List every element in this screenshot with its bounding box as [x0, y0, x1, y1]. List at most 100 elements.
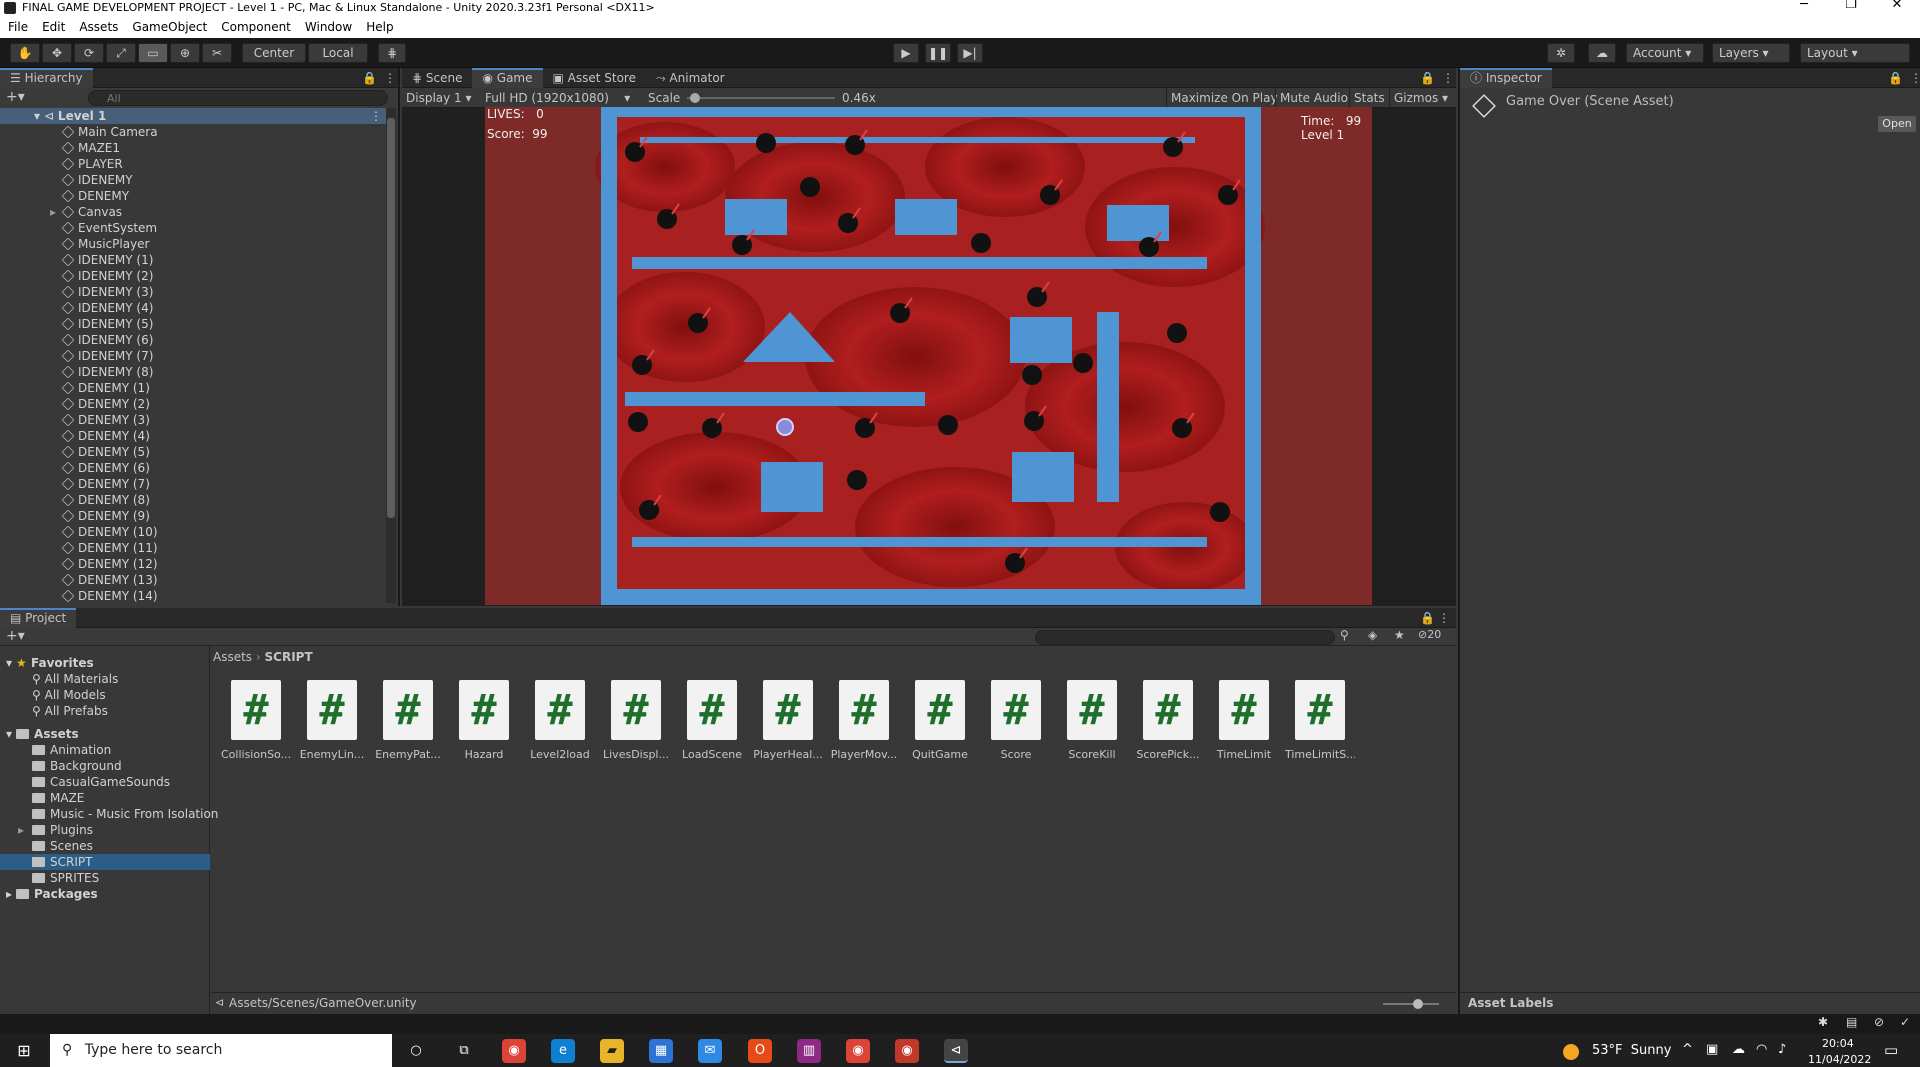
menu-component[interactable]: Component — [213, 16, 297, 34]
tab-project[interactable]: ▤ Project — [0, 608, 77, 628]
project-search-input[interactable] — [1035, 630, 1335, 645]
hierarchy-item[interactable]: IDENEMY (1) — [0, 252, 395, 268]
project-kebab-icon[interactable]: ⋮ — [1438, 608, 1450, 628]
assets-root[interactable]: ▾ Assets — [0, 726, 210, 742]
hierarchy-item[interactable]: MusicPlayer — [0, 236, 395, 252]
weather-text[interactable]: 53°F Sunny — [1592, 1043, 1671, 1058]
script-file[interactable]: # Score — [981, 680, 1051, 761]
script-file[interactable]: # QuitGame — [905, 680, 975, 761]
script-file[interactable]: # CollisionSo... — [221, 680, 291, 761]
game-viewport[interactable]: LIVES: 0 Score: 99 Time: 99 Level 1 — [485, 107, 1372, 605]
hierarchy-item[interactable]: DENEMY (1) — [0, 380, 395, 396]
hierarchy-item[interactable]: DENEMY (7) — [0, 476, 395, 492]
tray-cloud-icon[interactable]: ☁ — [1732, 1042, 1745, 1057]
unity-taskbar-icon[interactable]: ⊲ — [944, 1039, 968, 1063]
menu-window[interactable]: Window — [297, 16, 358, 34]
file-explorer-icon[interactable]: ▰ — [600, 1039, 624, 1063]
tray-volume-icon[interactable]: ♪ — [1778, 1042, 1786, 1057]
script-file[interactable]: # ScoreKill — [1057, 680, 1127, 761]
folder-item[interactable]: Scenes — [0, 838, 210, 854]
project-lock-icon[interactable]: 🔒 — [1420, 608, 1435, 628]
open-button[interactable]: Open — [1878, 116, 1916, 132]
folder-item[interactable]: SPRITES — [0, 870, 210, 886]
hand-tool-icon[interactable]: ✋ — [10, 43, 40, 63]
hierarchy-item[interactable]: DENEMY (13) — [0, 572, 395, 588]
pause-button[interactable]: ❚❚ — [925, 43, 951, 63]
menu-edit[interactable]: Edit — [34, 16, 71, 34]
folder-item[interactable]: MAZE — [0, 790, 210, 806]
menu-assets[interactable]: Assets — [71, 16, 124, 34]
asset-labels-header[interactable]: Asset Labels — [1460, 992, 1920, 1012]
tab-asset-store[interactable]: ▣ Asset Store — [543, 68, 647, 88]
hierarchy-item[interactable]: IDENEMY — [0, 172, 395, 188]
notification-icon[interactable]: ▭ — [1884, 1041, 1898, 1059]
collab-icon[interactable]: ✲ — [1547, 43, 1575, 63]
tab-animator[interactable]: ⤳ Animator — [646, 68, 735, 88]
script-file[interactable]: # Hazard — [449, 680, 519, 761]
folder-item[interactable]: ▸ Plugins — [0, 822, 210, 838]
tab-hierarchy[interactable]: ☰ Hierarchy — [0, 68, 93, 88]
icon-size-slider[interactable] — [1383, 999, 1439, 1009]
scale-slider[interactable] — [687, 93, 835, 103]
menu-file[interactable]: File — [0, 16, 34, 34]
hierarchy-item[interactable]: DENEMY (3) — [0, 412, 395, 428]
clock-date[interactable]: 11/04/2022 — [1808, 1053, 1871, 1066]
cortana-icon[interactable]: ○ — [404, 1039, 428, 1063]
packages-root[interactable]: ▸ Packages — [0, 886, 210, 902]
hierarchy-item[interactable]: DENEMY (6) — [0, 460, 395, 476]
script-file[interactable]: # LivesDispl... — [601, 680, 671, 761]
inspector-lock-icon[interactable]: 🔒 — [1888, 68, 1903, 88]
script-file[interactable]: # ScorePick... — [1133, 680, 1203, 761]
script-file[interactable]: # PlayerMov... — [829, 680, 899, 761]
rect-tool-icon[interactable]: ▭ — [138, 43, 168, 63]
inspector-kebab-icon[interactable]: ⋮ — [1910, 68, 1920, 88]
custom-tool-icon[interactable]: ✂ — [202, 43, 232, 63]
display-dropdown[interactable]: Display 1 ▾ — [406, 88, 472, 108]
hierarchy-item[interactable]: DENEMY (4) — [0, 428, 395, 444]
tab-scene[interactable]: ⋕ Scene — [402, 68, 472, 88]
tab-game[interactable]: ◉ Game — [472, 68, 543, 88]
minimize-button[interactable]: ─ — [1789, 0, 1819, 12]
hierarchy-item[interactable]: IDENEMY (5) — [0, 316, 395, 332]
hierarchy-item[interactable]: IDENEMY (8) — [0, 364, 395, 380]
hierarchy-item[interactable]: PLAYER — [0, 156, 395, 172]
winrar-icon[interactable]: ▥ — [797, 1039, 821, 1063]
chrome-profile-icon[interactable]: ◉ — [846, 1039, 870, 1063]
hierarchy-item[interactable]: IDENEMY (4) — [0, 300, 395, 316]
hierarchy-scrollbar[interactable] — [386, 108, 396, 603]
game-kebab-icon[interactable]: ⋮ — [1442, 68, 1454, 88]
favorite-item[interactable]: ⚲ All Prefabs — [0, 703, 210, 719]
account-dropdown[interactable]: Account ▾ — [1626, 43, 1704, 63]
search-by-label-icon[interactable]: ◈ — [1368, 628, 1377, 642]
script-file[interactable]: # EnemyPat... — [373, 680, 443, 761]
favorite-star-icon[interactable]: ★ — [1394, 628, 1405, 642]
clock-time[interactable]: 20:04 — [1822, 1037, 1854, 1050]
hierarchy-item[interactable]: DENEMY (14) — [0, 588, 395, 604]
chrome-icon[interactable]: ◉ — [502, 1039, 526, 1063]
hierarchy-item[interactable]: Main Camera — [0, 124, 395, 140]
lock-icon[interactable]: 🔒 — [362, 68, 377, 88]
hierarchy-item[interactable]: MAZE1 — [0, 140, 395, 156]
favorites-header[interactable]: ▾ ★ Favorites — [0, 655, 210, 671]
favorite-item[interactable]: ⚲ All Materials — [0, 671, 210, 687]
hierarchy-item[interactable]: DENEMY (12) — [0, 556, 395, 572]
scale-tool-icon[interactable]: ⤢ — [106, 43, 136, 63]
scale-slider-thumb[interactable] — [689, 93, 700, 103]
script-file[interactable]: # TimeLimitS... — [1285, 680, 1355, 761]
resolution-dropdown[interactable]: Full HD (1920x1080) ▾ — [485, 88, 630, 108]
breadcrumb-script[interactable]: SCRIPT — [265, 650, 313, 664]
hierarchy-item[interactable]: IDENEMY (2) — [0, 268, 395, 284]
mail-icon[interactable]: ✉ — [698, 1039, 722, 1063]
hierarchy-item[interactable]: DENEMY (2) — [0, 396, 395, 412]
cloud-icon[interactable]: ☁ — [1588, 43, 1616, 63]
scene-row[interactable]: ▾ ⊲ Level 1 ⋮ — [0, 108, 395, 124]
script-file[interactable]: # PlayerHeal... — [753, 680, 823, 761]
transform-tool-icon[interactable]: ⊕ — [170, 43, 200, 63]
mute-audio-button[interactable]: Mute Audio — [1275, 88, 1352, 108]
store-icon[interactable]: ▦ — [649, 1039, 673, 1063]
bug-icon[interactable]: ✱ — [1818, 1015, 1828, 1029]
office-icon[interactable]: O — [748, 1039, 772, 1063]
hierarchy-item[interactable]: ▸ Canvas — [0, 204, 395, 220]
step-button[interactable]: ▶| — [957, 43, 983, 63]
hierarchy-item[interactable]: IDENEMY (7) — [0, 348, 395, 364]
